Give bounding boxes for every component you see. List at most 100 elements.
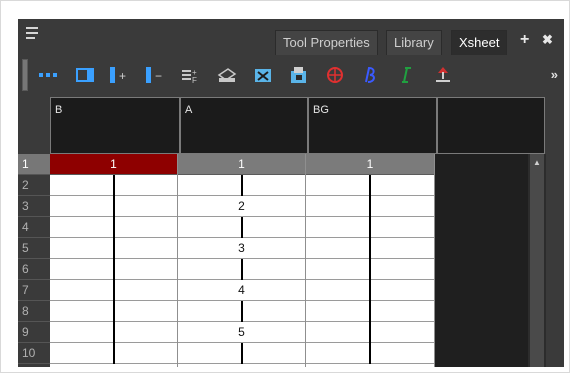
import-images-icon[interactable] bbox=[288, 65, 310, 85]
tab-library[interactable]: Library bbox=[386, 30, 442, 55]
hold-line bbox=[112, 322, 115, 343]
cell-value: 1 bbox=[238, 157, 245, 171]
cell-value: 4 bbox=[238, 283, 245, 297]
hold-line bbox=[369, 175, 371, 196]
column-a[interactable]: 1 2 3 4 5 bbox=[178, 154, 306, 367]
xsheet-cell[interactable] bbox=[50, 175, 177, 196]
extend-exposure-icon[interactable] bbox=[432, 65, 454, 85]
frame-number: 10 bbox=[18, 343, 50, 364]
cell-value: 1 bbox=[110, 157, 117, 171]
hold-line bbox=[112, 280, 115, 301]
xsheet-cell[interactable] bbox=[178, 301, 305, 322]
hold-line bbox=[240, 259, 243, 280]
xsheet-cell[interactable]: 2 bbox=[178, 196, 305, 217]
xsheet-toolbar: + − + F » bbox=[18, 55, 564, 95]
cell-value: 2 bbox=[238, 199, 245, 213]
hold-line bbox=[112, 343, 115, 364]
hold-line bbox=[369, 217, 371, 238]
frame-number: 9 bbox=[18, 322, 50, 343]
panel-tab-bar: Tool Properties Library Xsheet + ✖ bbox=[18, 19, 564, 55]
scroll-up-arrow-icon[interactable]: ▲ bbox=[530, 156, 544, 170]
xsheet-cell[interactable] bbox=[306, 238, 434, 259]
xsheet-cell[interactable]: 1 bbox=[178, 154, 305, 175]
onion-skin-icon[interactable] bbox=[324, 65, 346, 85]
add-panel-icon[interactable]: + bbox=[520, 32, 529, 48]
vertical-scrollbar[interactable]: ▲ bbox=[528, 154, 546, 367]
xsheet-cell[interactable] bbox=[178, 217, 305, 238]
xsheet-cell[interactable] bbox=[178, 343, 305, 364]
frame-number: 8 bbox=[18, 301, 50, 322]
xsheet-cell[interactable] bbox=[306, 217, 434, 238]
xsheet-cell[interactable] bbox=[306, 259, 434, 280]
xsheet-cell[interactable] bbox=[50, 217, 177, 238]
hold-line bbox=[112, 217, 115, 238]
xsheet-grid: 1 2 3 4 5 6 7 8 9 10 1 12345 1 ▲ bbox=[18, 154, 564, 367]
xsheet-cell[interactable] bbox=[50, 196, 177, 217]
xsheet-cell[interactable]: 3 bbox=[178, 238, 305, 259]
hold-line bbox=[369, 280, 371, 301]
cell-value: 3 bbox=[238, 241, 245, 255]
column-header-bg[interactable]: BG bbox=[308, 97, 437, 154]
xsheet-cell[interactable] bbox=[306, 301, 434, 322]
xsheet-cell[interactable]: 1 bbox=[50, 154, 177, 175]
xsheet-cell[interactable] bbox=[50, 259, 177, 280]
xsheet-cell[interactable] bbox=[178, 259, 305, 280]
toolbar-more-icon[interactable]: » bbox=[551, 67, 558, 82]
tab-tool-properties[interactable]: Tool Properties bbox=[275, 30, 378, 55]
xsheet-cell[interactable]: 1 bbox=[306, 154, 434, 175]
hold-line bbox=[369, 259, 371, 280]
hold-line bbox=[112, 238, 115, 259]
xsheet-cell[interactable] bbox=[306, 196, 434, 217]
xsheet-panel: Tool Properties Library Xsheet + ✖ + − +… bbox=[18, 19, 564, 367]
toolbar-grip[interactable] bbox=[22, 59, 28, 91]
cell-value: 5 bbox=[238, 325, 245, 339]
show-thumbnails-icon[interactable] bbox=[38, 65, 60, 85]
svg-text:+: + bbox=[119, 69, 126, 83]
empty-column-area bbox=[435, 154, 528, 367]
xsheet-cell[interactable] bbox=[306, 175, 434, 196]
svg-text:−: − bbox=[155, 69, 162, 83]
xsheet-cell[interactable] bbox=[306, 322, 434, 343]
xsheet-cell[interactable] bbox=[50, 238, 177, 259]
empty-column-header bbox=[437, 97, 545, 154]
line-drawing-icon[interactable] bbox=[396, 65, 418, 85]
column-b[interactable]: 1 bbox=[50, 154, 178, 367]
xsheet-cell[interactable] bbox=[50, 280, 177, 301]
bezier-drawing-icon[interactable] bbox=[360, 65, 382, 85]
hold-line bbox=[112, 196, 115, 217]
tab-xsheet[interactable]: Xsheet bbox=[451, 30, 508, 55]
xsheet-cell[interactable]: 4 bbox=[178, 280, 305, 301]
column-header-a[interactable]: A bbox=[180, 97, 308, 154]
scrollbar-thumb[interactable] bbox=[530, 154, 544, 367]
add-frames-icon[interactable]: + F bbox=[180, 65, 202, 85]
xsheet-cell[interactable] bbox=[306, 343, 434, 364]
frame-number-column: 1 2 3 4 5 6 7 8 9 10 bbox=[18, 154, 50, 367]
add-column-icon[interactable]: + bbox=[108, 65, 130, 85]
frame-number: 2 bbox=[18, 175, 50, 196]
xsheet-cell[interactable] bbox=[178, 175, 305, 196]
xsheet-cell[interactable] bbox=[50, 301, 177, 322]
xsheet-cell[interactable] bbox=[50, 322, 177, 343]
frame-number: 1 bbox=[18, 154, 50, 175]
hold-line bbox=[369, 301, 371, 322]
panel-menu-icon[interactable] bbox=[26, 27, 42, 43]
remove-column-icon[interactable]: − bbox=[144, 65, 166, 85]
column-bg[interactable]: 1 bbox=[306, 154, 435, 367]
close-panel-icon[interactable]: ✖ bbox=[542, 32, 553, 48]
hold-line bbox=[240, 217, 243, 238]
hold-line bbox=[240, 301, 243, 322]
xsheet-cell[interactable] bbox=[306, 280, 434, 301]
column-header-b[interactable]: B bbox=[50, 97, 180, 154]
frame-number: 4 bbox=[18, 217, 50, 238]
toggle-column-panel-icon[interactable] bbox=[74, 65, 96, 85]
frame-number: 3 bbox=[18, 196, 50, 217]
hold-line bbox=[240, 175, 243, 196]
hold-line bbox=[369, 238, 371, 259]
hold-line bbox=[369, 196, 371, 217]
print-xsheet-icon[interactable] bbox=[216, 65, 238, 85]
xsheet-cell[interactable] bbox=[50, 343, 177, 364]
column-headers: B A BG bbox=[18, 97, 564, 154]
toggle-thumbnails-icon[interactable] bbox=[252, 65, 274, 85]
xsheet-cell[interactable]: 5 bbox=[178, 322, 305, 343]
svg-text:F: F bbox=[192, 76, 197, 84]
